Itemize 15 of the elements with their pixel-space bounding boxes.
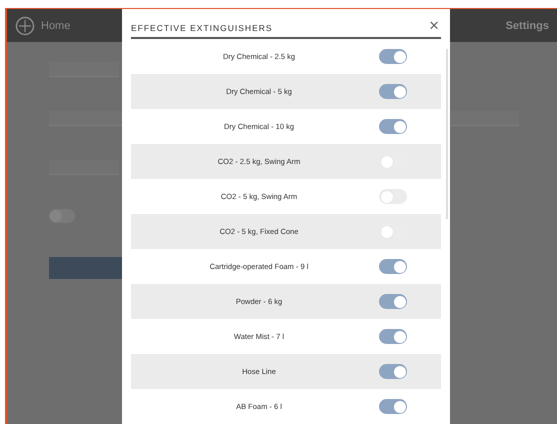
toggle-switch[interactable]: [379, 329, 407, 344]
logo-icon: [15, 16, 35, 36]
scrollbar[interactable]: [446, 49, 448, 219]
settings-link[interactable]: Settings: [506, 20, 549, 32]
toggle-switch[interactable]: [379, 294, 407, 309]
breadcrumb-link[interactable]: Home: [41, 20, 70, 32]
toggle-switch[interactable]: [379, 364, 407, 379]
toggle-switch[interactable]: [379, 49, 407, 64]
toggle-switch[interactable]: [379, 399, 407, 414]
toggle-switch[interactable]: [379, 84, 407, 99]
dialog-title: EFFECTIVE EXTINGUISHERS: [131, 23, 273, 35]
toggle-switch[interactable]: [379, 259, 407, 274]
close-button[interactable]: ×: [427, 17, 441, 34]
toggle-switch[interactable]: [379, 189, 407, 204]
toggle-switch[interactable]: [379, 119, 407, 134]
